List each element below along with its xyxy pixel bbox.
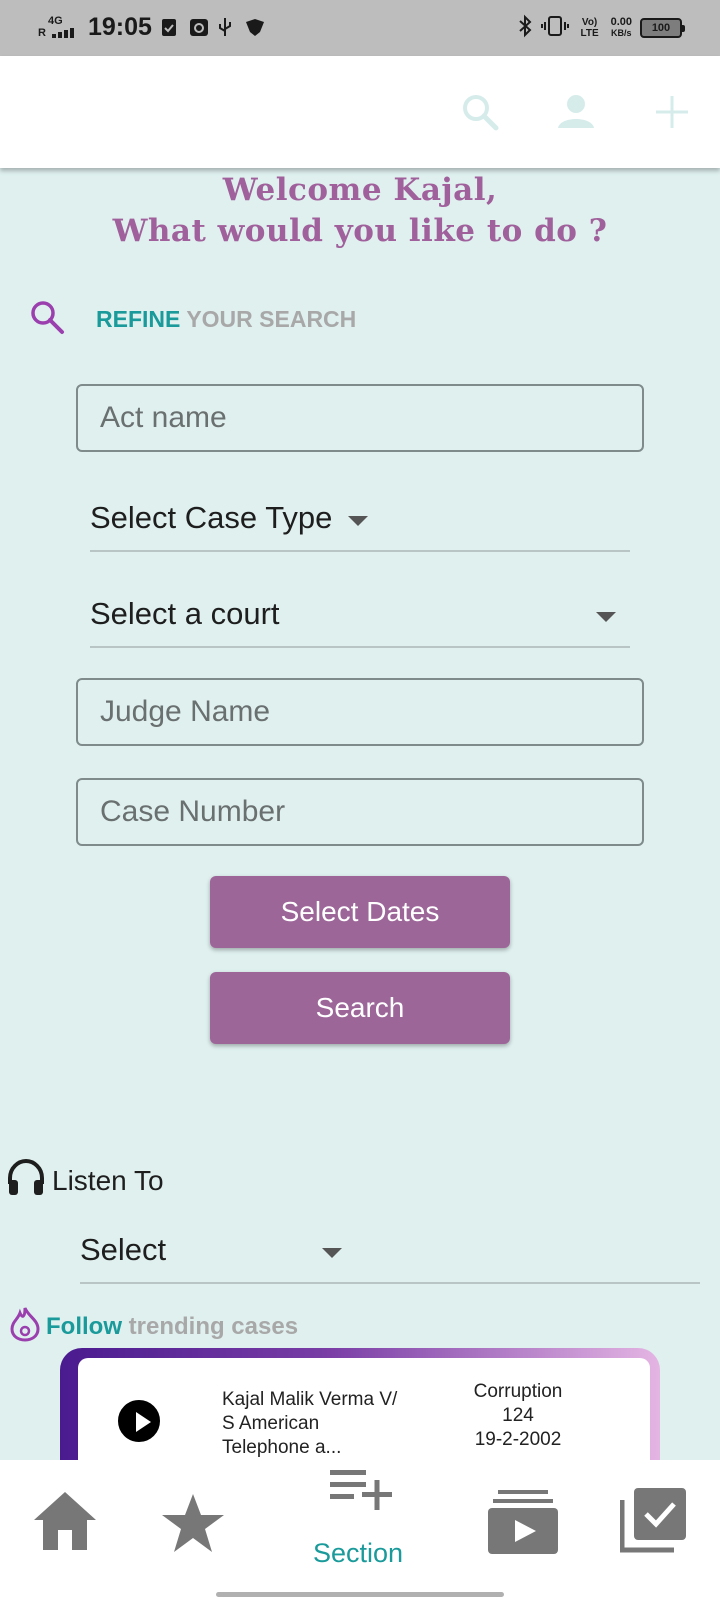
judge-name-input[interactable] xyxy=(78,680,642,744)
vibrate-icon xyxy=(540,14,569,41)
case-title-line-1: Kajal Malik Verma V/ xyxy=(222,1389,398,1410)
speed-value: 0.00 xyxy=(610,15,632,28)
welcome-line-2: What would you like to do ? xyxy=(112,213,608,249)
chevron-down-icon xyxy=(596,612,616,622)
chevron-down-icon xyxy=(348,516,368,526)
search-icon xyxy=(28,298,66,341)
volte-indicator: Vo) LTE xyxy=(580,16,599,39)
follow-label-rest: trending cases xyxy=(121,1312,299,1340)
court-value: Select a court xyxy=(90,596,280,631)
case-category: Corruption xyxy=(473,1381,563,1402)
trending-case-card[interactable]: Kajal Malik Verma V/ S American Telephon… xyxy=(60,1348,660,1468)
chevron-down-icon xyxy=(322,1248,342,1258)
case-number: 124 xyxy=(502,1405,534,1426)
app-bar xyxy=(0,56,720,168)
act-name-field[interactable] xyxy=(76,384,644,452)
network-speed: 0.00 KB/s xyxy=(610,15,632,39)
clock: 19:05 xyxy=(88,13,152,41)
case-number-input[interactable] xyxy=(78,780,642,844)
home-icon[interactable] xyxy=(32,1490,98,1557)
welcome-line-1: Welcome Kajal, xyxy=(222,172,498,208)
video-library-icon[interactable] xyxy=(488,1488,558,1561)
add-icon[interactable] xyxy=(650,90,694,134)
speed-unit: KB/s xyxy=(611,27,632,38)
star-icon[interactable] xyxy=(160,1492,226,1559)
case-type-dropdown[interactable]: Select Case Type xyxy=(90,494,630,552)
nav-label-section[interactable]: Section xyxy=(313,1538,403,1569)
playlist-add-icon[interactable] xyxy=(328,1466,394,1525)
select-dates-button[interactable]: Select Dates xyxy=(210,876,510,948)
listen-to-header: Listen To xyxy=(6,1158,164,1203)
home-indicator[interactable] xyxy=(216,1592,504,1597)
status-bar: 4G R 19:05 Vo) LTE 0.00 KB/s 100 xyxy=(0,0,720,56)
welcome-heading: Welcome Kajal, What would you like to do… xyxy=(0,170,720,252)
profile-icon[interactable] xyxy=(554,90,598,134)
notification-icons xyxy=(160,16,264,38)
roaming-indicator: R xyxy=(38,27,46,39)
case-meta: Corruption 124 19-2-2002 xyxy=(448,1380,588,1452)
search-icon[interactable] xyxy=(458,90,502,134)
clipboard-check-icon xyxy=(160,16,178,38)
listen-select-dropdown[interactable]: Select xyxy=(80,1226,700,1284)
play-icon[interactable] xyxy=(118,1400,160,1442)
case-title-line-3: Telephone a... xyxy=(222,1437,342,1458)
follow-trending-header: Follow trending cases xyxy=(8,1306,298,1347)
usb-icon xyxy=(216,16,234,38)
battery-icon: 100 xyxy=(640,17,685,38)
case-title: Kajal Malik Verma V/ S American Telephon… xyxy=(222,1388,422,1460)
trending-case-card-body: Kajal Malik Verma V/ S American Telephon… xyxy=(78,1358,650,1468)
case-number-field[interactable] xyxy=(76,778,644,846)
fire-icon xyxy=(8,1306,42,1347)
signal-icon xyxy=(52,28,78,38)
act-name-input[interactable] xyxy=(78,386,642,450)
refine-search-header: REFINE YOUR SEARCH xyxy=(28,298,356,341)
case-type-value: Select Case Type xyxy=(90,500,333,535)
status-right: Vo) LTE 0.00 KB/s 100 xyxy=(517,14,685,41)
listen-to-label: Listen To xyxy=(52,1164,164,1196)
judge-name-field[interactable] xyxy=(76,678,644,746)
follow-label-highlight: Follow xyxy=(46,1312,122,1340)
refine-label-rest: YOUR SEARCH xyxy=(180,306,357,332)
shield-icon xyxy=(244,16,264,38)
case-title-line-2: S American xyxy=(222,1413,320,1434)
search-button[interactable]: Search xyxy=(210,972,510,1044)
listen-select-value: Select xyxy=(80,1232,167,1267)
library-check-icon[interactable] xyxy=(619,1486,688,1559)
network-type: 4G xyxy=(48,15,63,27)
headphones-icon xyxy=(6,1158,46,1203)
usb-debug-icon xyxy=(188,16,208,38)
court-dropdown[interactable]: Select a court xyxy=(90,590,630,648)
bluetooth-icon xyxy=(517,14,533,41)
bottom-navigation: Section xyxy=(0,1460,720,1600)
case-date: 19-2-2002 xyxy=(474,1429,562,1450)
refine-label-highlight: REFINE xyxy=(96,306,181,332)
